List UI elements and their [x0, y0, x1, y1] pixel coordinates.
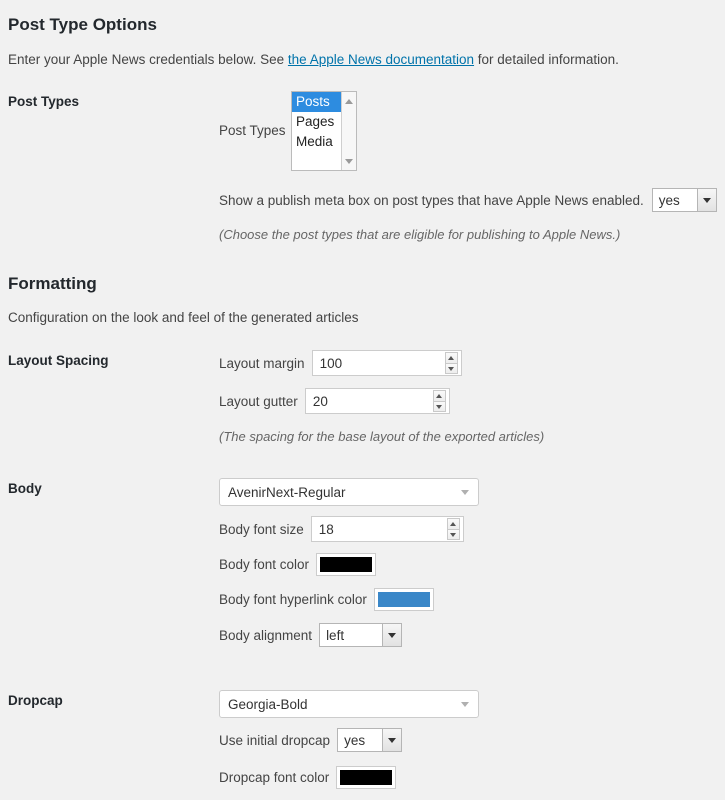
dropcap-use-row: Use initial dropcap yes: [219, 728, 403, 752]
dropcap-use-label: Use initial dropcap: [219, 732, 331, 748]
dropcap-font-color-swatch: [340, 770, 393, 785]
body-hyperlink-color-row: Body font hyperlink color: [219, 588, 434, 611]
dropcap-use-select[interactable]: yes: [337, 728, 403, 752]
post-type-options-heading: Post Type Options: [8, 15, 157, 34]
layout-spacing-row-label: Layout Spacing: [8, 353, 109, 368]
chevron-down-icon[interactable]: [382, 729, 402, 751]
apple-news-documentation-link[interactable]: the Apple News documentation: [288, 52, 474, 67]
body-font-color-picker[interactable]: [316, 553, 377, 576]
dropcap-use-select-value: yes: [344, 732, 366, 748]
layout-margin-value: 100: [319, 355, 343, 371]
body-font-size-input[interactable]: 18: [310, 516, 464, 542]
publish-meta-box-select[interactable]: yes: [651, 188, 717, 212]
chevron-down-icon[interactable]: [382, 624, 402, 646]
spinner-up-icon[interactable]: [446, 518, 460, 529]
chevron-down-icon[interactable]: [461, 702, 469, 707]
layout-gutter-row: Layout gutter 20: [219, 388, 450, 414]
spinner-up-icon[interactable]: [444, 352, 458, 363]
body-font-color-label: Body font color: [219, 557, 310, 572]
intro-text-after: for detailed information.: [474, 52, 619, 67]
body-font-color-row: Body font color: [219, 553, 377, 576]
body-font-size-value: 18: [318, 521, 334, 537]
layout-margin-input[interactable]: 100: [311, 350, 462, 376]
body-alignment-row: Body alignment left: [219, 623, 403, 647]
layout-margin-spinner[interactable]: [444, 352, 458, 374]
publish-meta-box-label: Show a publish meta box on post types th…: [219, 192, 644, 208]
layout-margin-label: Layout margin: [219, 355, 305, 371]
dropcap-font-color-label: Dropcap font color: [219, 770, 330, 785]
post-types-note: (Choose the post types that are eligible…: [219, 227, 621, 242]
layout-gutter-label: Layout gutter: [219, 393, 298, 409]
layout-gutter-value: 20: [312, 393, 328, 409]
body-alignment-label: Body alignment: [219, 627, 313, 643]
dropcap-font-select[interactable]: Georgia-Bold: [219, 690, 479, 718]
body-font-select-value: AvenirNext-Regular: [228, 484, 346, 500]
body-font-select[interactable]: AvenirNext-Regular: [219, 478, 479, 506]
formatting-subtext: Configuration on the look and feel of th…: [8, 310, 359, 325]
body-hyperlink-color-swatch: [377, 592, 430, 607]
post-type-options-intro: Enter your Apple News credentials below.…: [8, 50, 708, 70]
chevron-down-icon[interactable]: [696, 189, 716, 211]
spinner-down-icon[interactable]: [446, 529, 460, 540]
body-alignment-select-value: left: [326, 627, 345, 643]
body-row-label: Body: [8, 481, 42, 496]
scroll-up-arrow-icon[interactable]: [342, 94, 356, 108]
dropcap-font-color-picker[interactable]: [336, 766, 397, 789]
spinner-up-icon[interactable]: [432, 390, 446, 401]
layout-spacing-note: (The spacing for the base layout of the …: [219, 429, 545, 444]
publish-meta-box-select-value: yes: [658, 192, 680, 208]
spinner-down-icon[interactable]: [432, 401, 446, 412]
dropcap-row-label: Dropcap: [8, 693, 63, 708]
layout-gutter-spinner[interactable]: [432, 390, 446, 412]
dropcap-font-color-row: Dropcap font color: [219, 766, 397, 789]
formatting-heading: Formatting: [8, 274, 97, 293]
layout-margin-row: Layout margin 100: [219, 350, 462, 376]
post-types-listbox[interactable]: Posts Pages Media: [291, 91, 357, 171]
chevron-down-icon[interactable]: [461, 490, 469, 495]
scroll-down-arrow-icon[interactable]: [342, 154, 356, 168]
body-hyperlink-color-picker[interactable]: [373, 588, 434, 611]
dropcap-font-select-value: Georgia-Bold: [228, 696, 308, 712]
layout-gutter-input[interactable]: 20: [304, 388, 450, 414]
settings-page: Post Type Options Enter your Apple News …: [0, 0, 725, 800]
body-font-size-row: Body font size 18: [219, 516, 464, 542]
body-font-size-spinner[interactable]: [446, 518, 460, 540]
intro-text-before: Enter your Apple News credentials below.…: [8, 52, 288, 67]
publish-meta-box-row: Show a publish meta box on post types th…: [219, 188, 717, 212]
post-types-field-label: Post Types: [219, 123, 286, 138]
body-font-size-label: Body font size: [219, 521, 304, 537]
body-alignment-select[interactable]: left: [319, 623, 403, 647]
body-hyperlink-color-label: Body font hyperlink color: [219, 592, 367, 607]
post-types-row-label: Post Types: [8, 94, 80, 109]
post-types-scrollbar[interactable]: [341, 92, 356, 170]
body-font-color-swatch: [320, 557, 373, 572]
spinner-down-icon[interactable]: [444, 363, 458, 374]
